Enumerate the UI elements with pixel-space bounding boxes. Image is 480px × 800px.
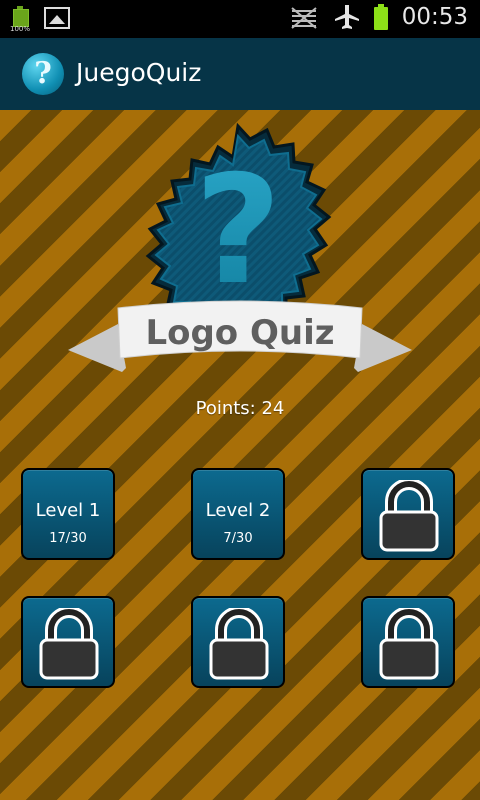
clock: 00:53 — [401, 4, 468, 30]
battery-charging-icon — [373, 4, 388, 30]
lock-icon — [209, 608, 269, 680]
level-progress: 17/30 — [49, 531, 87, 546]
logo-quiz-text: Logo Quiz — [145, 313, 334, 353]
level-2-button[interactable]: Level 2 7/30 — [191, 468, 285, 560]
level-name: Level 2 — [205, 500, 271, 521]
main-content: ? Logo Quiz Points: 24 Level 1 17/30 Lev… — [0, 110, 480, 800]
level-5-locked-button[interactable] — [191, 596, 285, 688]
app-bar: ? JuegoQuiz — [0, 38, 480, 112]
app-question-icon[interactable]: ? — [22, 53, 64, 95]
battery-full-icon: 100% — [10, 5, 31, 33]
badge-graphic: ? Logo Quiz — [68, 122, 412, 372]
level-6-locked-button[interactable] — [361, 596, 455, 688]
status-bar: 100% 00:53 — [0, 0, 480, 38]
status-right: 00:53 — [288, 4, 468, 30]
no-signal-icon — [291, 7, 317, 29]
logo-quiz-badge: ? Logo Quiz — [60, 122, 420, 392]
question-mark-graphic: ? — [194, 144, 281, 318]
status-left: 100% — [10, 5, 70, 33]
lock-icon — [39, 608, 99, 680]
level-name: Level 1 — [35, 500, 101, 521]
level-progress: 7/30 — [223, 531, 253, 546]
app-title: JuegoQuiz — [76, 58, 202, 87]
level-3-locked-button[interactable] — [361, 468, 455, 560]
lock-icon — [379, 608, 439, 680]
level-1-button[interactable]: Level 1 17/30 — [21, 468, 115, 560]
level-4-locked-button[interactable] — [21, 596, 115, 688]
points-label: Points: 24 — [195, 398, 285, 419]
battery-percent: 100% — [10, 25, 31, 33]
airplane-mode-icon — [334, 5, 359, 29]
gallery-notification-icon — [44, 7, 70, 29]
lock-icon — [379, 480, 439, 552]
